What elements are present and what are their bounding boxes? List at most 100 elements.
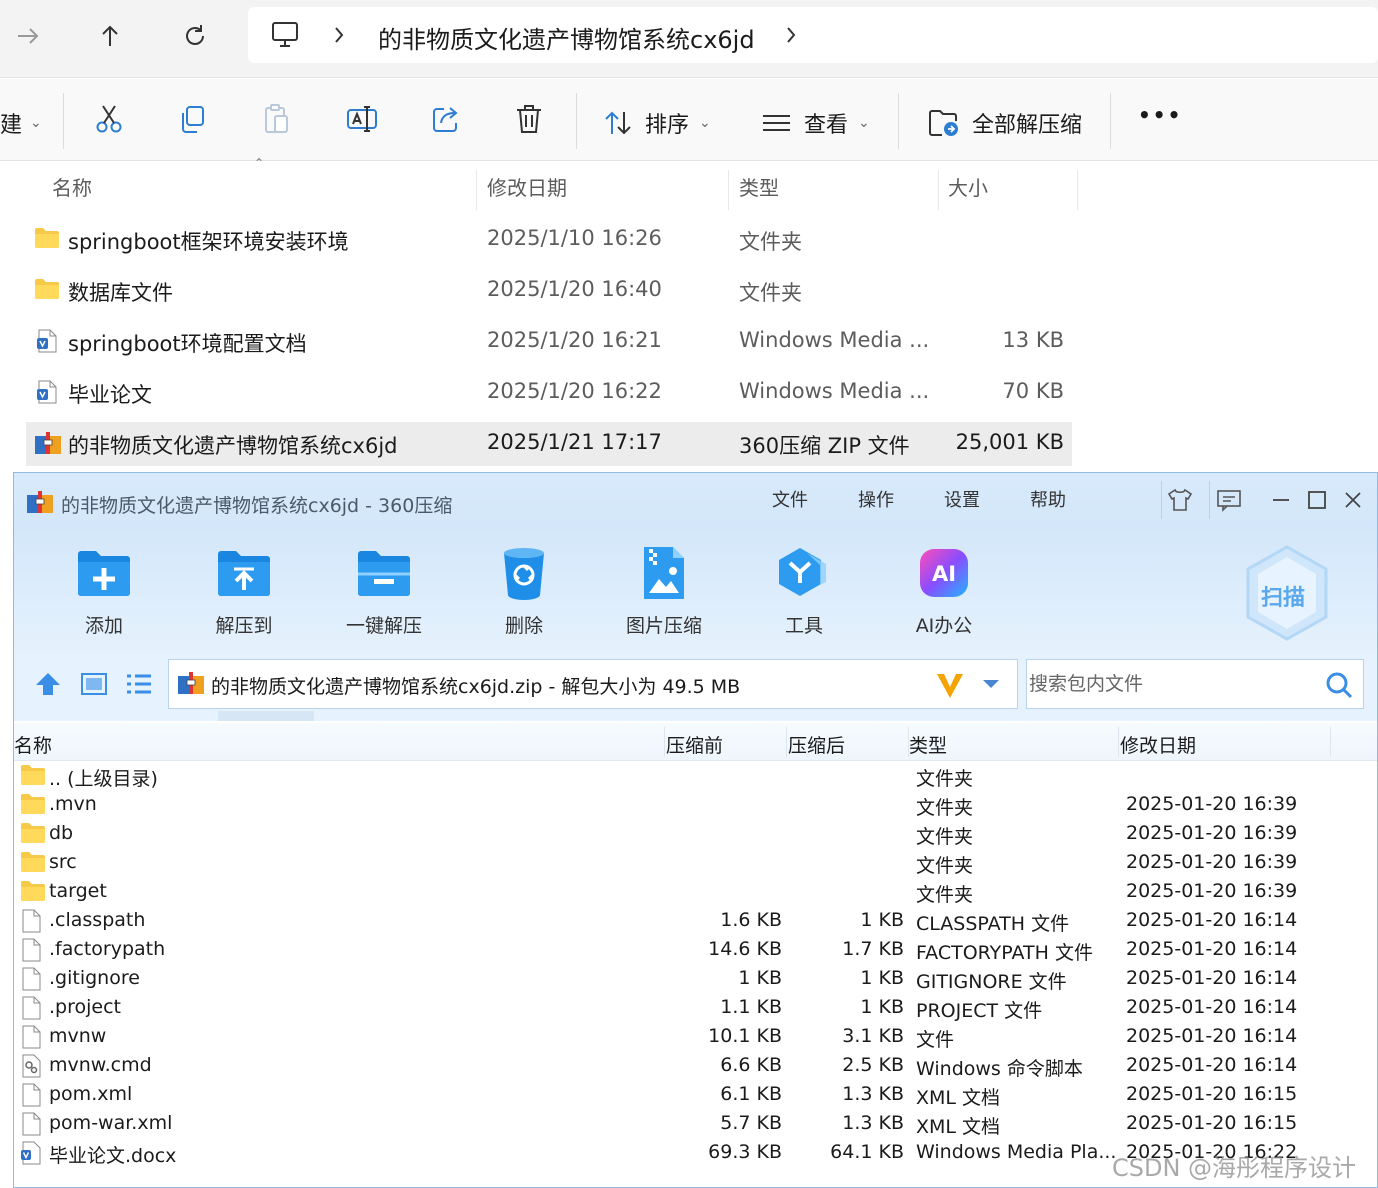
new-button[interactable]: 建 ⌄ <box>0 107 42 139</box>
file-type: Windows Media ... <box>739 379 930 403</box>
file-type: 文件夹 <box>739 230 802 254</box>
archive-row[interactable]: db 文件夹 2025-01-20 16:39 <box>14 819 1377 848</box>
rename-button[interactable] <box>346 103 378 135</box>
column-after[interactable]: 压缩后 <box>788 731 845 758</box>
column-date[interactable]: 修改日期 <box>1120 731 1196 758</box>
one-click-extract-label: 一键解压 <box>345 615 422 637</box>
menu-file[interactable]: 文件 <box>772 486 808 512</box>
column-before[interactable]: 压缩前 <box>666 731 723 758</box>
archive-search-input[interactable] <box>1027 660 1317 708</box>
column-divider[interactable] <box>938 170 939 210</box>
file-row[interactable]: springboot环境配置文档 2025/1/20 16:21 Windows… <box>26 320 1072 364</box>
tools-button[interactable]: 工具 <box>744 543 864 638</box>
file-date: 2025/1/20 16:21 <box>487 328 662 352</box>
one-click-extract-button[interactable]: 一键解压 <box>324 543 444 638</box>
column-size[interactable]: 大小 <box>948 172 988 201</box>
up-button[interactable] <box>88 14 132 58</box>
delete-button[interactable]: 删除 <box>464 543 584 638</box>
file-row[interactable]: 毕业论文 2025/1/20 16:22 Windows Media ... 7… <box>26 371 1072 415</box>
chevron-right-icon[interactable] <box>784 24 798 46</box>
feedback-button[interactable] <box>1214 485 1244 515</box>
archive-row[interactable]: src 文件夹 2025-01-20 16:39 <box>14 848 1377 877</box>
column-name[interactable]: 名称 <box>14 731 52 758</box>
archive-row[interactable]: pom.xml 6.1 KB 1.3 KB XML 文档 2025-01-20 16:1… <box>14 1080 1377 1109</box>
zip-title-bar[interactable]: 的非物质文化遗产博物馆系统cx6jd - 360压缩 文件 操作 设置 帮助 <box>14 473 1377 529</box>
paste-button[interactable] <box>262 103 292 135</box>
skin-button[interactable] <box>1165 485 1195 515</box>
close-icon <box>1345 492 1361 508</box>
delete-button[interactable] <box>514 103 544 135</box>
menu-operate[interactable]: 操作 <box>858 486 894 512</box>
archive-row[interactable]: .project 1.1 KB 1 KB PROJECT 文件 2025-01-20 1… <box>14 993 1377 1022</box>
archive-row[interactable]: .. (上级目录) 文件夹 <box>14 761 1377 790</box>
archive-path-box[interactable]: 的非物质文化遗产博物馆系统cx6jd.zip - 解包大小为 49.5 MB <box>168 659 1018 709</box>
archive-file-type: 文件夹 <box>916 797 974 819</box>
scan-button[interactable]: 扫描 <box>1242 543 1332 643</box>
menu-help[interactable]: 帮助 <box>1030 486 1066 512</box>
menu-settings[interactable]: 设置 <box>944 486 980 512</box>
extract-to-button[interactable]: 解压到 <box>184 543 304 638</box>
column-divider[interactable] <box>1077 170 1078 210</box>
extract-all-button[interactable]: 全部解压缩 <box>928 107 1082 139</box>
thumbnail-view-button[interactable] <box>80 671 108 697</box>
zip-archive-icon <box>177 670 205 696</box>
column-type[interactable]: 类型 <box>909 731 947 758</box>
column-divider[interactable] <box>728 170 729 210</box>
archive-row[interactable]: .classpath 1.6 KB 1 KB CLASSPATH 文件 2025-01-… <box>14 906 1377 935</box>
archive-search-box[interactable] <box>1026 659 1364 709</box>
close-button[interactable] <box>1338 485 1368 515</box>
file-row[interactable]: springboot框架环境安装环境 2025/1/10 16:26 文件夹 <box>26 218 1072 262</box>
column-name[interactable]: 名称 <box>52 172 92 201</box>
add-button[interactable]: 添加 <box>44 543 164 638</box>
breadcrumb[interactable]: 的非物质文化遗产博物馆系统cx6jd <box>378 20 755 55</box>
archive-row[interactable]: .mvn 文件夹 2025-01-20 16:39 <box>14 790 1377 819</box>
chevron-down-icon: ⌄ <box>30 115 42 131</box>
size-after: 64.1 KB <box>830 1141 904 1163</box>
file-row-selected[interactable]: 的非物质文化遗产博物馆系统cx6jd 2025/1/21 17:17 360压缩… <box>26 422 1072 466</box>
up-level-button[interactable] <box>34 671 62 697</box>
address-bar[interactable]: 的非物质文化遗产博物馆系统cx6jd <box>248 7 1378 63</box>
column-divider[interactable] <box>1330 727 1331 757</box>
minimize-button[interactable] <box>1266 485 1296 515</box>
path-dropdown-icon[interactable] <box>981 678 1001 690</box>
view-label: 查看 <box>804 113 849 138</box>
copy-button[interactable] <box>178 103 208 135</box>
column-divider[interactable] <box>786 727 787 757</box>
column-date[interactable]: 修改日期 <box>487 172 567 201</box>
more-options-button[interactable]: ••• <box>1138 103 1182 127</box>
sort-button[interactable]: 排序 ⌄ <box>603 107 711 139</box>
column-type[interactable]: 类型 <box>739 172 779 201</box>
archive-row[interactable]: pom-war.xml 5.7 KB 1.3 KB XML 文档 2025-01-20 … <box>14 1109 1377 1138</box>
v-logo-icon[interactable] <box>935 670 965 700</box>
column-divider[interactable] <box>1118 727 1119 757</box>
zip-window: 的非物质文化遗产博物馆系统cx6jd - 360压缩 文件 操作 设置 帮助 添… <box>13 472 1378 1188</box>
archive-row[interactable]: target 文件夹 2025-01-20 16:39 <box>14 877 1377 906</box>
maximize-button[interactable] <box>1302 485 1332 515</box>
extract-to-folder-icon <box>214 543 274 603</box>
archive-file-type: FACTORYPATH 文件 <box>916 942 1093 964</box>
size-after: 1.7 KB <box>842 938 904 960</box>
size-before: 14.6 KB <box>708 938 782 960</box>
archive-row[interactable]: mvnw.cmd 6.6 KB 2.5 KB Windows 命令脚本 2025-01-… <box>14 1051 1377 1080</box>
column-divider[interactable] <box>664 727 665 757</box>
share-button[interactable] <box>430 103 462 135</box>
explorer-nav-bar: 的非物质文化遗产博物馆系统cx6jd <box>0 0 1378 78</box>
cut-button[interactable] <box>94 103 124 135</box>
archive-row[interactable]: mvnw 10.1 KB 3.1 KB 文件 2025-01-20 16:14 <box>14 1022 1377 1051</box>
forward-button[interactable] <box>6 14 50 58</box>
archive-file-name: .classpath <box>49 909 146 931</box>
archive-file-date: 2025-01-20 16:15 <box>1126 1083 1298 1105</box>
ai-office-button[interactable]: AI AI办公 <box>884 543 1004 638</box>
toolbar-divider <box>576 93 577 149</box>
archive-row[interactable]: .gitignore 1 KB 1 KB GITIGNORE 文件 2025-01-20… <box>14 964 1377 993</box>
column-divider[interactable] <box>476 170 477 210</box>
list-view-button[interactable] <box>125 671 153 697</box>
image-compress-button[interactable]: 图片压缩 <box>604 543 724 638</box>
archive-row[interactable]: .factorypath 14.6 KB 1.7 KB FACTORYPATH 文件 2… <box>14 935 1377 964</box>
refresh-button[interactable] <box>173 14 217 58</box>
file-row[interactable]: 数据库文件 2025/1/20 16:40 文件夹 <box>26 269 1072 313</box>
sort-ascending-icon: ⌃ <box>254 156 265 170</box>
search-icon[interactable] <box>1325 671 1353 699</box>
view-button[interactable]: 查看 ⌄ <box>762 107 870 139</box>
archive-file-name: db <box>49 822 74 844</box>
